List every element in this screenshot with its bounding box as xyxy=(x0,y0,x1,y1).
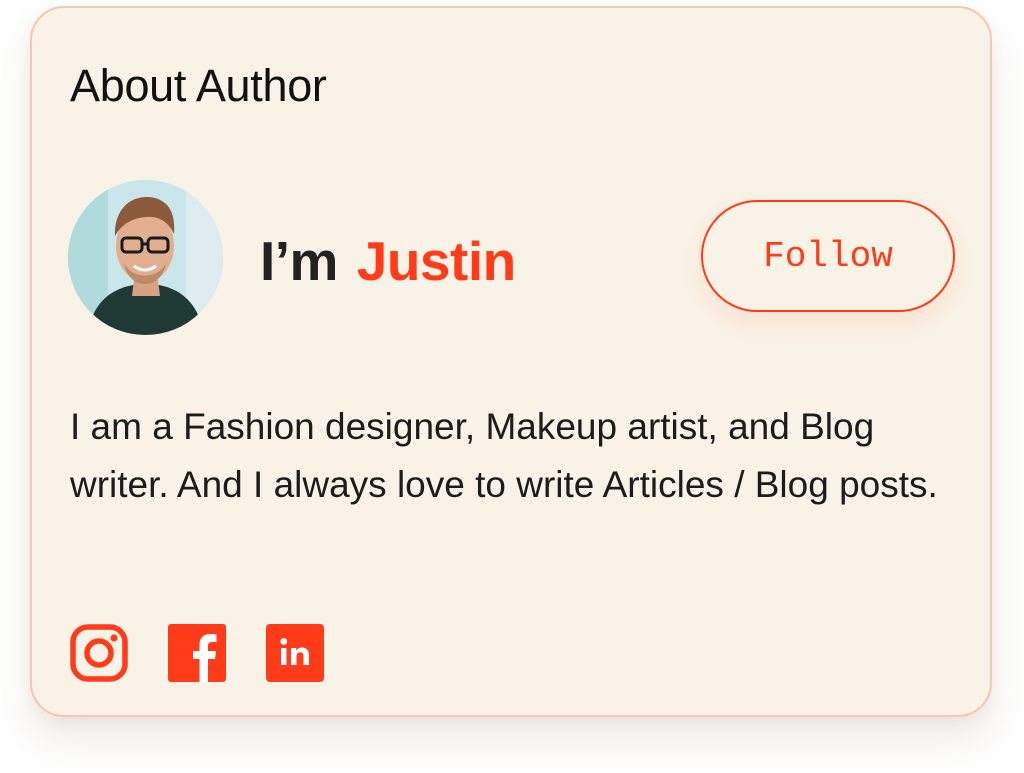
facebook-icon xyxy=(168,624,226,682)
avatar-photo xyxy=(68,180,223,335)
facebook-link[interactable] xyxy=(168,624,226,682)
linkedin-icon xyxy=(266,624,324,682)
author-name: Justin xyxy=(356,230,516,292)
card-title: About Author xyxy=(70,60,327,111)
greeting-prefix: I’m xyxy=(260,230,338,292)
author-bio: I am a Fashion designer, Makeup artist, … xyxy=(70,406,938,505)
about-author-card: About Author I’m Justin Follow I am a Fa… xyxy=(30,6,992,717)
author-greeting: I’m Justin xyxy=(260,228,516,294)
instagram-link[interactable] xyxy=(70,624,128,682)
follow-button[interactable]: Follow xyxy=(701,200,955,312)
author-avatar xyxy=(68,180,223,335)
social-links xyxy=(70,624,324,682)
instagram-icon xyxy=(70,624,128,682)
linkedin-link[interactable] xyxy=(266,624,324,682)
